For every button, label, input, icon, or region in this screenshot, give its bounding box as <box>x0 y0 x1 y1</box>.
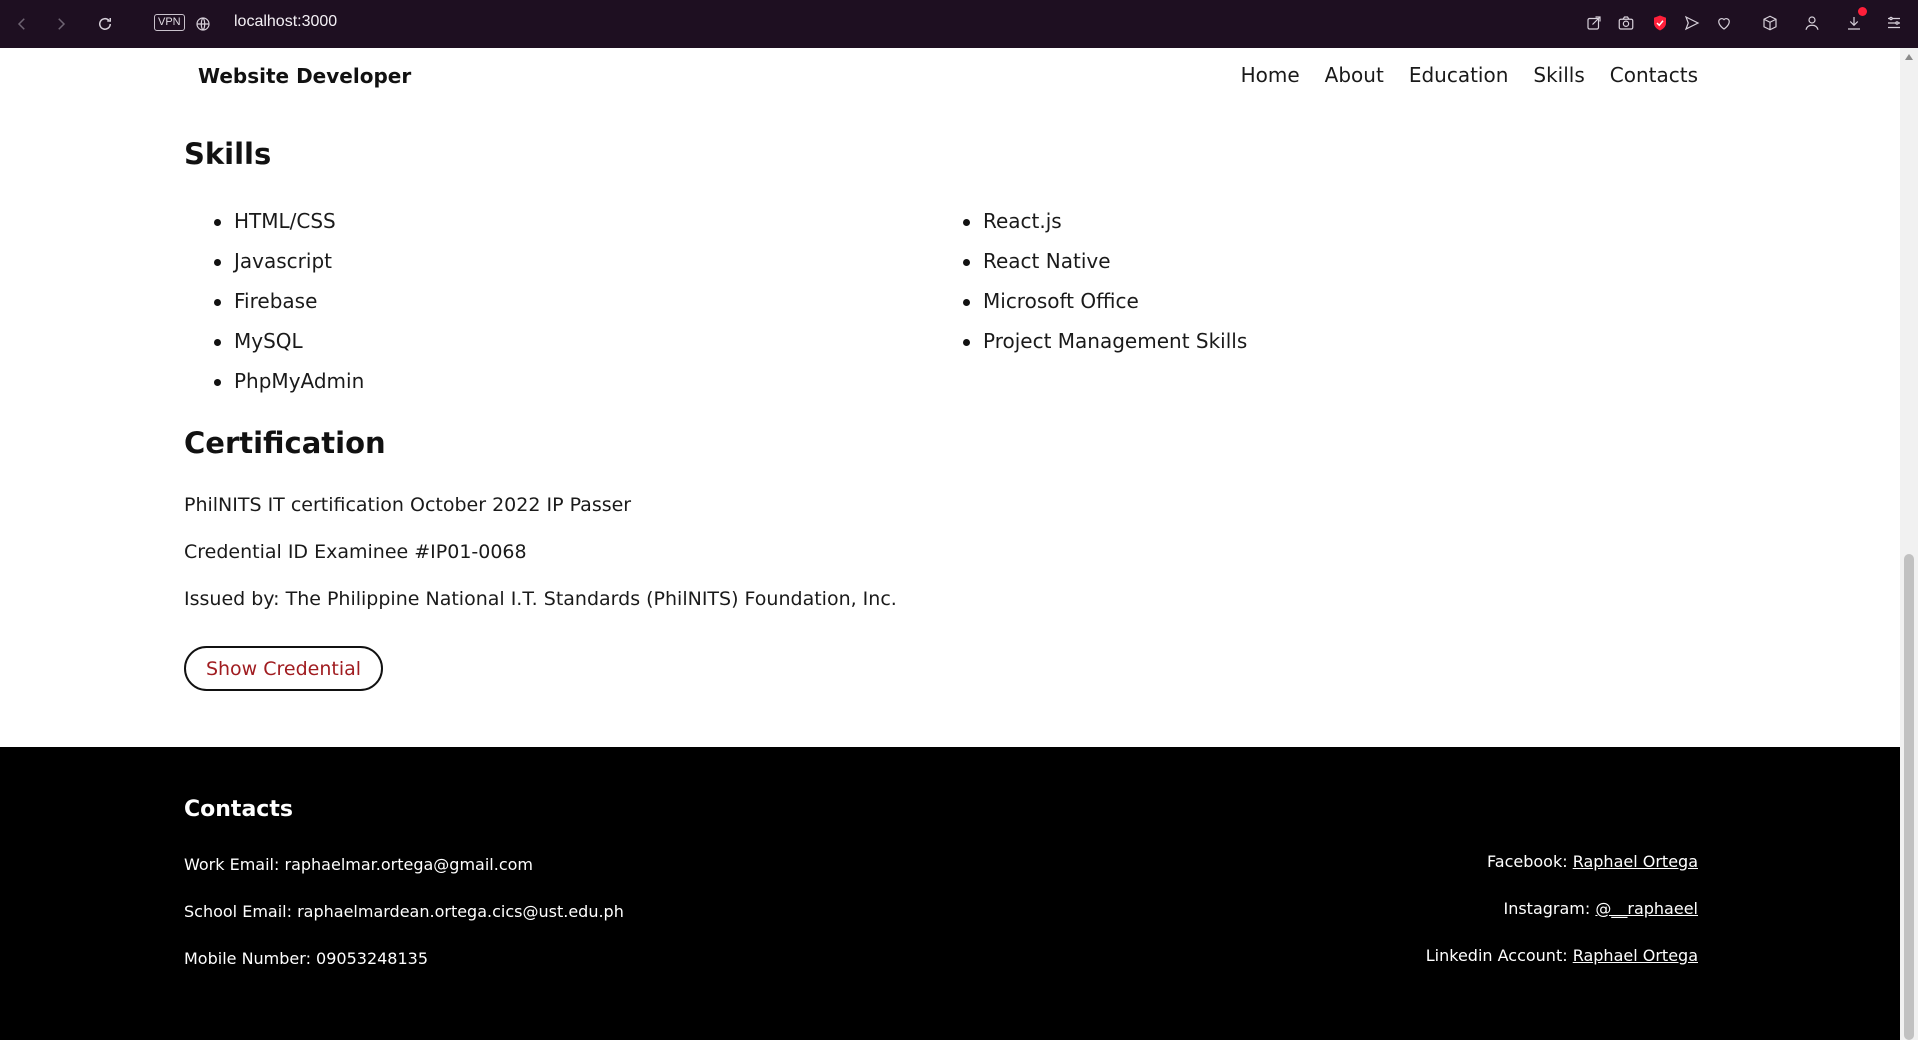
page-scrollbar[interactable] <box>1900 48 1918 1040</box>
skill-item: MySQL <box>184 329 364 369</box>
page-viewport: Website Developer Home About Education S… <box>0 48 1900 1040</box>
cube-icon[interactable] <box>1758 11 1782 35</box>
work-email-label: Work Email: <box>184 855 280 874</box>
facebook-contact: Facebook: Raphael Ortega <box>1487 852 1698 871</box>
nav-contacts[interactable]: Contacts <box>1610 63 1698 87</box>
skill-item: Microsoft Office <box>933 289 1247 329</box>
globe-icon <box>190 11 216 37</box>
work-email: Work Email: raphaelmar.ortega@gmail.com <box>184 855 533 874</box>
school-email-value: raphaelmardean.ortega.cics@ust.edu.ph <box>297 902 624 921</box>
site-brand[interactable]: Website Developer <box>198 64 411 88</box>
certification-title: Certification <box>184 426 386 460</box>
address-bar-url[interactable]: localhost:3000 <box>234 13 337 31</box>
mobile-number: Mobile Number: 09053248135 <box>184 949 428 968</box>
scroll-up-arrow-icon[interactable] <box>1905 54 1913 60</box>
browser-toolbar: VPN localhost:3000 <box>0 0 1918 48</box>
nav-education[interactable]: Education <box>1409 63 1509 87</box>
scroll-thumb[interactable] <box>1904 554 1914 1040</box>
nav-home[interactable]: Home <box>1241 63 1300 87</box>
skill-item: HTML/CSS <box>184 209 364 249</box>
menu-icon[interactable] <box>1882 11 1906 35</box>
instagram-link[interactable]: @__raphaeel <box>1595 899 1698 918</box>
send-icon[interactable] <box>1680 11 1704 35</box>
shield-icon[interactable] <box>1648 11 1672 35</box>
skill-item: Javascript <box>184 249 364 289</box>
school-email-label: School Email: <box>184 902 292 921</box>
skill-item: Project Management Skills <box>933 329 1247 369</box>
skills-list-right: React.js React Native Microsoft Office P… <box>933 209 1247 369</box>
cert-issuer: Issued by: The Philippine National I.T. … <box>184 588 897 610</box>
work-email-value: raphaelmar.ortega@gmail.com <box>284 855 533 874</box>
linkedin-label: Linkedin Account: <box>1425 946 1568 965</box>
facebook-label: Facebook: <box>1487 852 1568 871</box>
skill-item: Firebase <box>184 289 364 329</box>
footer-title: Contacts <box>184 797 293 822</box>
facebook-link[interactable]: Raphael Ortega <box>1573 852 1698 871</box>
cert-name: PhilNITS IT certification October 2022 I… <box>184 494 632 516</box>
nav-skills[interactable]: Skills <box>1533 63 1584 87</box>
mobile-value: 09053248135 <box>316 949 429 968</box>
heart-icon[interactable] <box>1712 11 1736 35</box>
linkedin-contact: Linkedin Account: Raphael Ortega <box>1426 946 1698 965</box>
skill-item: PhpMyAdmin <box>184 369 364 409</box>
skills-title: Skills <box>184 137 272 171</box>
nav-about[interactable]: About <box>1325 63 1384 87</box>
back-icon[interactable] <box>9 11 35 37</box>
school-email: School Email: raphaelmardean.ortega.cics… <box>184 902 624 921</box>
reload-icon[interactable] <box>92 11 118 37</box>
vpn-badge[interactable]: VPN <box>154 14 185 31</box>
instagram-label: Instagram: <box>1503 899 1591 918</box>
site-nav: Home About Education Skills Contacts <box>1241 63 1698 87</box>
instagram-contact: Instagram: @__raphaeel <box>1503 899 1698 918</box>
show-credential-button[interactable]: Show Credential <box>184 646 383 691</box>
forward-icon[interactable] <box>48 11 74 37</box>
linkedin-link[interactable]: Raphael Ortega <box>1573 946 1698 965</box>
profile-icon[interactable] <box>1800 11 1824 35</box>
cert-credential-id: Credential ID Examinee #IP01-0068 <box>184 541 527 563</box>
skill-item: React Native <box>933 249 1247 289</box>
skill-item: React.js <box>933 209 1247 249</box>
notification-dot <box>1858 7 1867 16</box>
skills-list-left: HTML/CSS Javascript Firebase MySQL PhpMy… <box>184 209 364 409</box>
footer: Contacts Work Email: raphaelmar.ortega@g… <box>0 747 1900 1040</box>
camera-icon[interactable] <box>1614 11 1638 35</box>
mobile-label: Mobile Number: <box>184 949 311 968</box>
share-icon[interactable] <box>1582 11 1606 35</box>
